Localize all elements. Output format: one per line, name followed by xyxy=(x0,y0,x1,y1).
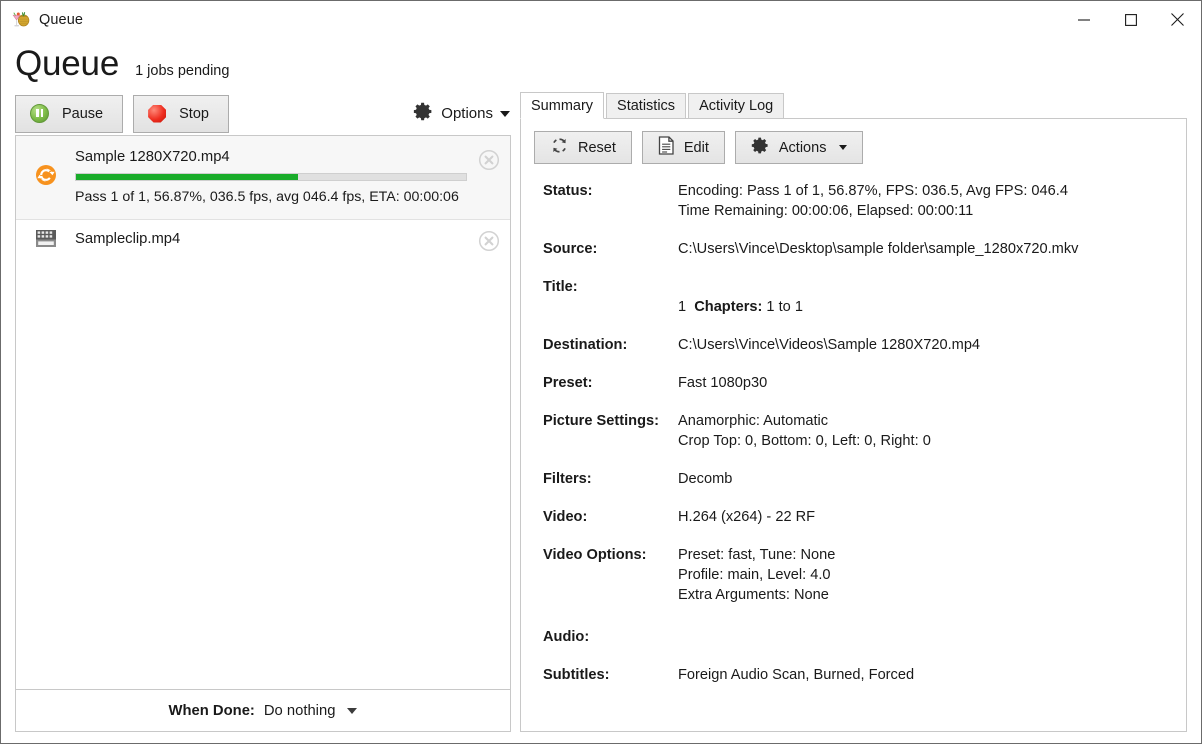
stop-button-label: Stop xyxy=(179,106,209,122)
edit-button-label: Edit xyxy=(684,140,709,156)
pending-jobs-count: 1 jobs pending xyxy=(135,63,229,79)
actions-menu-button[interactable]: Actions xyxy=(735,131,864,164)
summary-label-destination: Destination: xyxy=(543,335,678,373)
remove-circle-icon[interactable] xyxy=(478,230,500,252)
summary-value-title: 1 Chapters: 1 to 1 xyxy=(678,277,1186,335)
actions-button-label: Actions xyxy=(779,140,827,156)
summary-value-video: H.264 (x264) - 22 RF xyxy=(678,507,1186,545)
maximize-icon[interactable] xyxy=(1107,1,1154,38)
queue-list[interactable]: Sample 1280X720.mp4 Pass 1 of 1, 56.87%,… xyxy=(15,135,511,689)
tab-activity-log[interactable]: Activity Log xyxy=(688,93,784,119)
when-done-label: When Done: xyxy=(169,703,255,719)
when-done-bar: When Done: Do nothing xyxy=(15,689,511,732)
summary-label-title: Title: xyxy=(543,277,678,335)
title-number: 1 xyxy=(678,299,686,315)
options-label: Options xyxy=(441,105,493,122)
pause-button[interactable]: Pause xyxy=(15,95,123,133)
summary-table: Status: Encoding: Pass 1 of 1, 56.87%, F… xyxy=(534,181,1186,703)
chevron-down-icon xyxy=(839,145,847,150)
summary-label-filters: Filters: xyxy=(543,469,678,507)
tab-strip: Summary Statistics Activity Log xyxy=(520,92,1187,119)
handbrake-icon xyxy=(12,11,30,29)
summary-value-source: C:\Users\Vince\Desktop\sample folder\sam… xyxy=(678,239,1186,277)
summary-value-subtitles: Foreign Audio Scan, Burned, Forced xyxy=(678,665,1186,703)
summary-label-status: Status: xyxy=(543,181,678,239)
progress-bar xyxy=(75,173,467,181)
queue-item-body: Sample 1280X720.mp4 Pass 1 of 1, 56.87%,… xyxy=(75,147,478,207)
tab-activity-log-label: Activity Log xyxy=(699,98,773,114)
window-title: Queue xyxy=(39,12,83,28)
summary-value-filters: Decomb xyxy=(678,469,1186,507)
stop-button[interactable]: Stop xyxy=(133,95,229,133)
window-controls xyxy=(1060,1,1201,38)
document-edit-icon xyxy=(658,136,675,159)
reset-icon xyxy=(550,136,569,159)
title-bar: Queue xyxy=(1,1,1201,38)
queue-pane: Pause Stop Options xyxy=(15,92,511,732)
summary-label-source: Source: xyxy=(543,239,678,277)
progress-bar-fill xyxy=(76,174,298,180)
page-title: Queue xyxy=(15,44,119,84)
queue-item-icon-cell xyxy=(16,229,75,253)
title-bar-left: Queue xyxy=(1,11,83,29)
reset-button[interactable]: Reset xyxy=(534,131,632,164)
tab-summary-label: Summary xyxy=(531,98,593,114)
tab-statistics-label: Statistics xyxy=(617,98,675,114)
pause-icon xyxy=(30,104,49,123)
minimize-icon[interactable] xyxy=(1060,1,1107,38)
summary-value-destination: C:\Users\Vince\Videos\Sample 1280X720.mp… xyxy=(678,335,1186,373)
chevron-down-icon[interactable] xyxy=(347,708,357,714)
summary-label-preset: Preset: xyxy=(543,373,678,411)
queue-window: Queue Queue 1 jobs pending Pause xyxy=(0,0,1202,744)
options-menu-button[interactable]: Options xyxy=(413,101,511,127)
summary-label-video: Video: xyxy=(543,507,678,545)
summary-label-video-options: Video Options: xyxy=(543,545,678,627)
queue-list-item[interactable]: Sample 1280X720.mp4 Pass 1 of 1, 56.87%,… xyxy=(16,136,510,220)
close-icon[interactable] xyxy=(1154,1,1201,38)
summary-value-audio xyxy=(678,627,1186,665)
gear-icon xyxy=(413,101,434,127)
summary-panel: Reset xyxy=(520,119,1187,732)
chapters-value: 1 to 1 xyxy=(766,299,803,315)
details-pane: Summary Statistics Activity Log xyxy=(520,92,1187,732)
queue-toolbar: Pause Stop Options xyxy=(15,92,511,135)
summary-action-bar: Reset xyxy=(534,131,1186,164)
sync-working-icon xyxy=(35,164,57,191)
summary-label-picture-settings: Picture Settings: xyxy=(543,411,678,469)
summary-value-preset: Fast 1080p30 xyxy=(678,373,1186,411)
gear-icon xyxy=(751,136,770,159)
tab-statistics[interactable]: Statistics xyxy=(606,93,686,119)
queue-item-title: Sampleclip.mp4 xyxy=(75,229,478,249)
body-split: Pause Stop Options xyxy=(1,92,1201,743)
film-clapper-icon xyxy=(35,229,57,253)
reset-button-label: Reset xyxy=(578,140,616,156)
queue-item-body: Sampleclip.mp4 xyxy=(75,229,478,249)
queue-item-icon-cell xyxy=(16,164,75,191)
queue-item-status: Pass 1 of 1, 56.87%, 036.5 fps, avg 046.… xyxy=(75,188,478,207)
summary-label-audio: Audio: xyxy=(543,627,678,665)
chapters-label: Chapters: xyxy=(694,299,762,315)
remove-circle-icon[interactable] xyxy=(478,149,500,171)
when-done-select[interactable]: Do nothing xyxy=(264,703,336,719)
tab-summary[interactable]: Summary xyxy=(520,92,604,119)
chevron-down-icon xyxy=(500,111,510,117)
pause-button-label: Pause xyxy=(62,106,103,122)
edit-button[interactable]: Edit xyxy=(642,131,725,164)
stop-icon xyxy=(148,105,166,123)
page-header: Queue 1 jobs pending xyxy=(1,38,1201,92)
summary-value-picture-settings: Anamorphic: Automatic Crop Top: 0, Botto… xyxy=(678,411,1186,469)
queue-item-title: Sample 1280X720.mp4 xyxy=(75,147,478,167)
summary-value-video-options: Preset: fast, Tune: None Profile: main, … xyxy=(678,545,1186,627)
queue-list-item[interactable]: Sampleclip.mp4 xyxy=(16,220,510,262)
summary-label-subtitles: Subtitles: xyxy=(543,665,678,703)
summary-value-status: Encoding: Pass 1 of 1, 56.87%, FPS: 036.… xyxy=(678,181,1186,239)
